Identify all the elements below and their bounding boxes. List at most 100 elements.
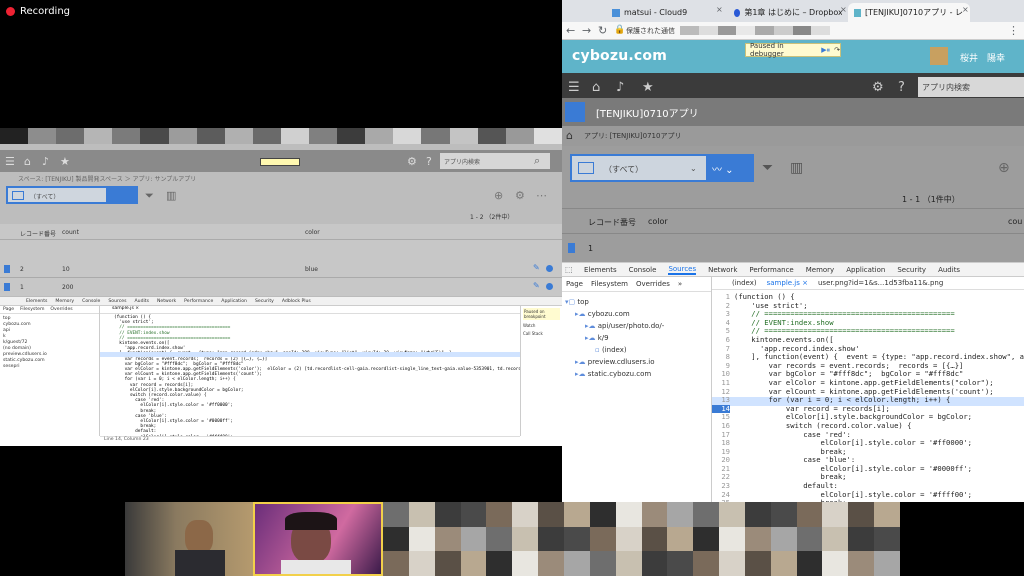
col-count[interactable]: count xyxy=(62,229,79,236)
devtools-tab-performance[interactable]: Performance xyxy=(749,266,793,274)
edit-icon[interactable]: ✎ xyxy=(533,281,540,290)
devtools-tab[interactable]: Security xyxy=(255,299,274,304)
devtools-tab[interactable]: Memory xyxy=(55,299,74,304)
tree-item[interactable]: ▸☁ cybozu.com xyxy=(565,308,708,320)
navigator-tab[interactable]: Overrides xyxy=(636,280,670,288)
devtools-tab-elements[interactable]: Elements xyxy=(584,266,617,274)
avatar[interactable] xyxy=(930,47,948,65)
devtools-tab-console[interactable]: Console xyxy=(629,266,657,274)
left-code-editor[interactable]: sample.js × (function () { 'use strict';… xyxy=(100,306,520,436)
col-count[interactable]: cou xyxy=(1008,217,1022,226)
devtools-tab[interactable]: Network xyxy=(157,299,176,304)
devtools-tab[interactable]: Adblock Plus xyxy=(282,299,311,304)
record-detail-icon[interactable] xyxy=(4,283,10,291)
navigator-tab[interactable]: Filesystem xyxy=(591,280,628,288)
home-icon[interactable]: ⌂ xyxy=(566,129,573,142)
filter-icon[interactable]: ⏷ xyxy=(762,160,773,176)
tab-dropbox-paper[interactable]: 第1章 はじめに – Dropbox Paper xyxy=(728,3,848,22)
close-tab-icon[interactable]: × xyxy=(716,5,723,14)
tree-item[interactable]: ▸☁ preview.cdlusers.io xyxy=(565,356,708,368)
search-icon[interactable]: ⌕ xyxy=(534,154,540,168)
devtools-tab[interactable]: Performance xyxy=(184,299,213,304)
devtools-tab[interactable]: Sources xyxy=(108,299,126,304)
navigator-tab[interactable]: Filesystem xyxy=(20,307,44,312)
bell-icon[interactable]: ♪ xyxy=(42,155,49,168)
step-over-icon[interactable]: ↷ xyxy=(834,46,840,54)
devtools-tab-network[interactable]: Network xyxy=(708,266,737,274)
view-select[interactable]: （すべて） ⌄ 〰 ⌄ xyxy=(570,154,754,182)
col-record-number[interactable]: レコード番号 xyxy=(588,217,636,228)
edit-icon[interactable]: ✎ xyxy=(533,263,540,272)
navigator-tab[interactable]: Page xyxy=(566,280,583,288)
star-icon[interactable]: ★ xyxy=(60,155,70,168)
watch-section[interactable]: Watch xyxy=(523,323,560,328)
reload-icon[interactable]: ↻ xyxy=(598,24,607,37)
chart-icon[interactable]: ▥ xyxy=(790,160,803,176)
breadcrumb[interactable]: アプリ: [TENJIKU]0710アプリ xyxy=(584,131,681,141)
tree-item[interactable]: ▾▢ top xyxy=(565,296,708,308)
add-record-icon[interactable]: ⊕ xyxy=(998,160,1010,176)
navigator-tab[interactable]: » xyxy=(678,280,682,288)
user-name[interactable]: 桜井 陽幸 xyxy=(960,51,1005,64)
record-detail-icon[interactable] xyxy=(4,265,10,273)
tree-item[interactable]: ▸☁ api/user/photo.do/- xyxy=(565,320,708,332)
menu-icon[interactable]: ☰ xyxy=(5,155,15,168)
settings-icon[interactable]: ⚙ xyxy=(515,189,525,202)
tree-item[interactable]: ▸☁ static.cybozu.com xyxy=(565,368,708,380)
devtools-tab-memory[interactable]: Memory xyxy=(806,266,834,274)
devtools-tab-security[interactable]: Security xyxy=(897,266,926,274)
file-tab[interactable]: (index) xyxy=(732,279,757,287)
graph-button[interactable]: 〰 ⌄ xyxy=(706,156,752,180)
tab-cloud9[interactable]: matsui - Cloud9 xyxy=(606,3,724,22)
more-icon[interactable]: ⋯ xyxy=(536,189,547,202)
close-tab-icon[interactable]: × xyxy=(962,5,969,14)
home-icon[interactable]: ⌂ xyxy=(592,80,600,95)
table-row[interactable]: 2 10 blue ✎ xyxy=(0,260,562,278)
inspect-icon[interactable]: ⬚ xyxy=(565,265,573,274)
forward-icon[interactable]: → xyxy=(582,24,591,37)
table-row[interactable]: 1 200 ✎ xyxy=(0,278,562,296)
col-record-number[interactable]: レコード番号 xyxy=(20,229,56,238)
cybozu-logo[interactable]: cybozu.com xyxy=(572,48,667,64)
devtools-tab-application[interactable]: Application xyxy=(846,266,885,274)
col-color[interactable]: color xyxy=(305,229,320,236)
navigator-tab[interactable]: Page xyxy=(3,307,14,312)
gear-icon[interactable]: ⚙ xyxy=(872,80,884,95)
devtools-tab[interactable]: Elements xyxy=(26,299,47,304)
menu-icon[interactable]: ☰ xyxy=(568,80,580,95)
devtools-tab[interactable]: Console xyxy=(82,299,100,304)
close-tab-icon[interactable]: × xyxy=(840,5,847,14)
participant-video-2-active-speaker[interactable] xyxy=(253,502,383,576)
back-icon[interactable]: ← xyxy=(566,24,575,37)
devtools-tab-sources[interactable]: Sources xyxy=(668,265,697,275)
help-icon[interactable]: ? xyxy=(426,155,432,168)
tree-item[interactable]: sesepri xyxy=(3,364,96,370)
gear-icon[interactable]: ⚙ xyxy=(407,155,417,168)
star-icon[interactable]: ★ xyxy=(642,80,654,95)
file-tab[interactable]: sample.js × xyxy=(767,279,808,287)
navigator-tab[interactable]: Overrides xyxy=(50,307,72,312)
help-icon[interactable]: ? xyxy=(898,80,905,95)
devtools-tab[interactable]: Audits xyxy=(135,299,149,304)
add-record-icon[interactable]: ⊕ xyxy=(494,189,503,202)
col-color[interactable]: color xyxy=(648,217,668,226)
filter-icon[interactable]: ⏷ xyxy=(145,189,154,203)
participant-video-1[interactable] xyxy=(125,502,253,576)
devtools-tab-audits[interactable]: Audits xyxy=(938,266,960,274)
code-editor[interactable]: (index) sample.js × user.png?id=1&s...1d53… xyxy=(712,277,1024,502)
home-icon[interactable]: ⌂ xyxy=(24,155,31,168)
chart-icon[interactable]: ▥ xyxy=(166,189,176,202)
search-input[interactable]: アプリ内検索 xyxy=(918,77,1024,97)
delete-icon[interactable] xyxy=(546,265,553,272)
call-stack-section[interactable]: Call Stack xyxy=(523,331,560,336)
table-row[interactable]: 1 xyxy=(562,238,1024,260)
record-detail-icon[interactable] xyxy=(568,243,575,253)
resume-icon[interactable]: ▶⏸ xyxy=(821,46,830,55)
more-menu-icon[interactable]: ⋮ xyxy=(1008,24,1019,37)
tree-item[interactable]: ▸☁ k/9 xyxy=(565,332,708,344)
tree-item[interactable]: ▫ (index) xyxy=(565,344,708,356)
left-file-tab[interactable]: sample.js × xyxy=(100,306,520,314)
left-view-select[interactable]: （すべて） xyxy=(6,186,138,204)
bell-icon[interactable]: ♪ xyxy=(616,80,624,95)
devtools-tab[interactable]: Application xyxy=(221,299,247,304)
